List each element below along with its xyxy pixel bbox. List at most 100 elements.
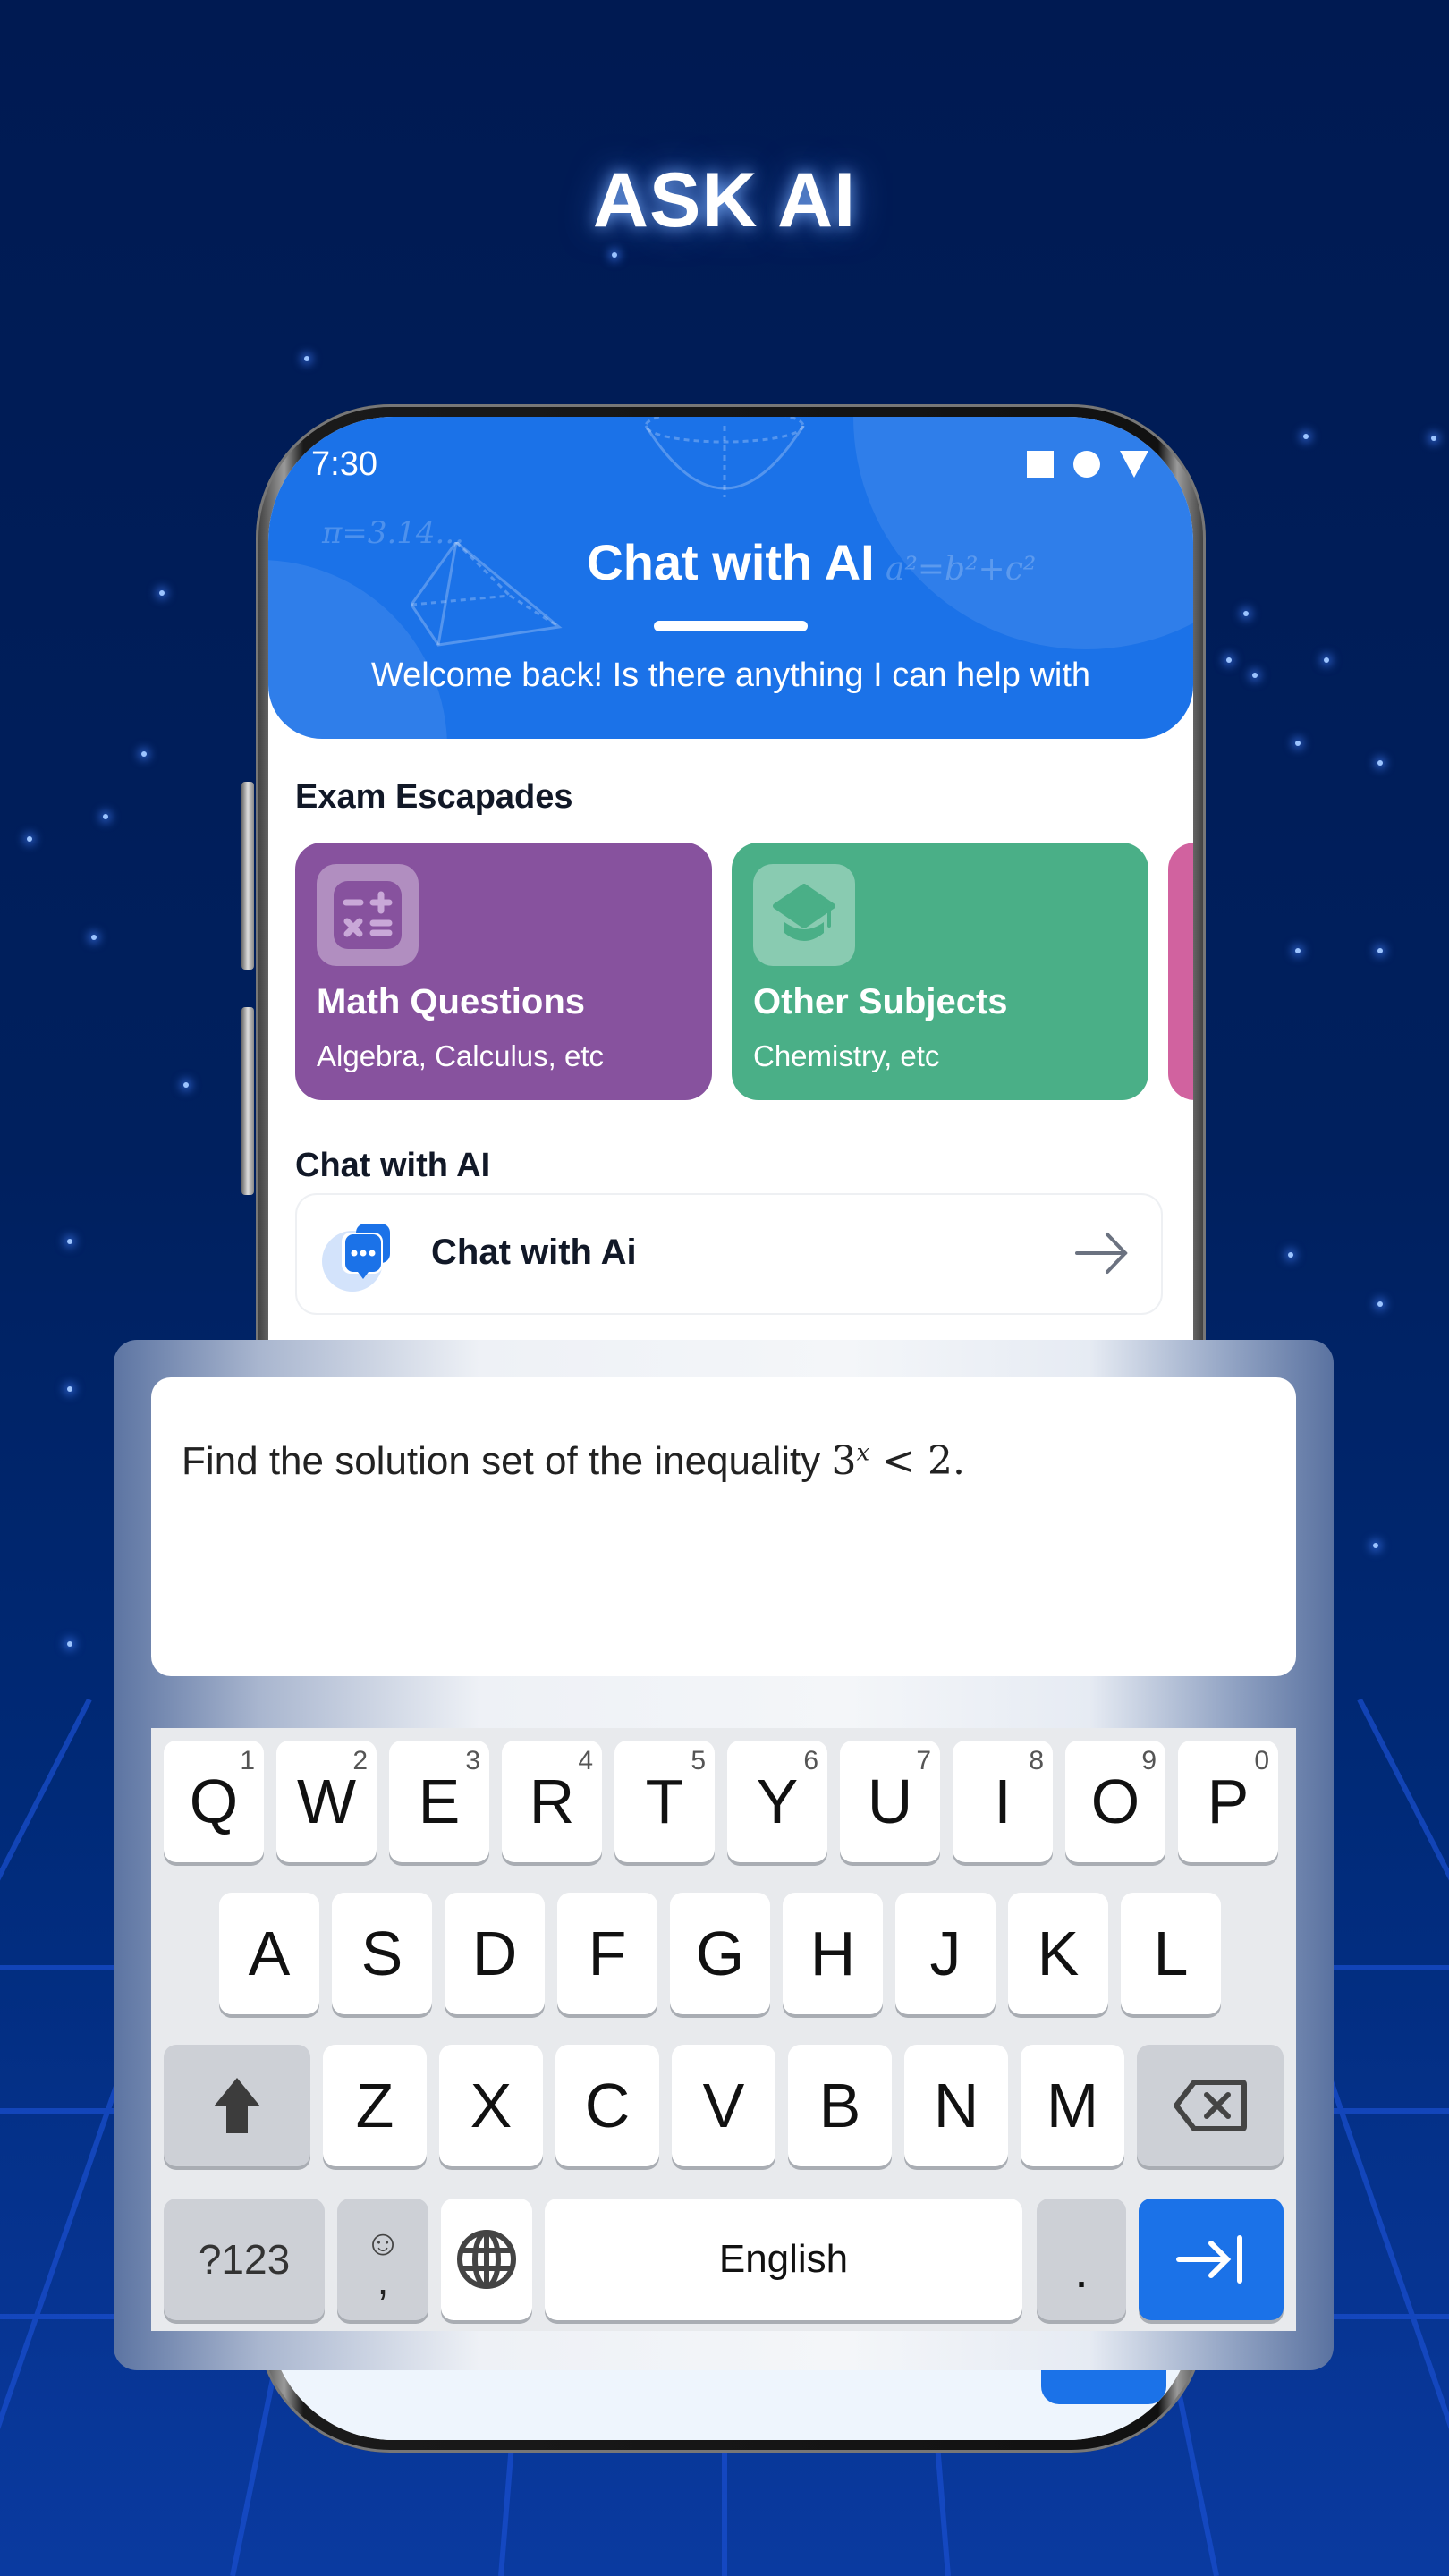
star-decoration — [67, 1239, 72, 1244]
backspace-icon — [1174, 2080, 1247, 2131]
key-j[interactable]: J — [895, 1893, 996, 2014]
key-n[interactable]: N — [904, 2045, 1008, 2166]
key-label: T — [645, 1767, 684, 1836]
star-decoration — [612, 252, 617, 258]
key-r[interactable]: R4 — [502, 1741, 602, 1862]
question-text: Find the solution set of the inequality … — [182, 1438, 965, 1484]
star-decoration — [27, 836, 32, 842]
shift-key[interactable] — [164, 2045, 310, 2166]
key-u[interactable]: U7 — [840, 1741, 940, 1862]
key-number-hint: 5 — [691, 1746, 706, 1775]
chat-item-label: Chat with Ai — [431, 1233, 637, 1272]
key-o[interactable]: O9 — [1065, 1741, 1165, 1862]
key-y[interactable]: Y6 — [727, 1741, 827, 1862]
key-k[interactable]: K — [1008, 1893, 1108, 2014]
key-label: Q — [189, 1767, 239, 1836]
math-exponent: x — [856, 1439, 870, 1467]
shift-arrow-icon — [214, 2078, 260, 2133]
symbols-key-label: ?123 — [198, 2236, 291, 2283]
math-base: 3 — [831, 1438, 857, 1484]
star-decoration — [91, 935, 97, 940]
star-decoration — [1295, 948, 1301, 953]
square-icon — [1027, 451, 1054, 478]
key-v[interactable]: V — [672, 2045, 775, 2166]
chat-with-ai-item[interactable]: Chat with Ai — [295, 1193, 1163, 1315]
key-h[interactable]: H — [783, 1893, 883, 2014]
star-decoration — [1324, 657, 1329, 663]
graduation-cap-icon — [753, 864, 855, 966]
card-subtitle: Algebra, Calculus, etc — [317, 1039, 604, 1072]
key-label: X — [470, 2071, 513, 2140]
symbols-key[interactable]: ?123 — [164, 2199, 325, 2320]
card-math-questions[interactable]: Math Questions Algebra, Calculus, etc — [295, 843, 712, 1100]
key-z[interactable]: Z — [323, 2045, 427, 2166]
card-other-subjects[interactable]: Other Subjects Chemistry, etc — [732, 843, 1148, 1100]
key-p[interactable]: P0 — [1178, 1741, 1278, 1862]
on-screen-keyboard: Q1W2E3R4T5Y6U7I8O9P0 ASDFGHJKL ZXCVBNM ?… — [151, 1728, 1296, 2331]
key-label: C — [584, 2071, 631, 2140]
key-i[interactable]: I8 — [953, 1741, 1053, 1862]
space-key[interactable]: English — [545, 2199, 1022, 2320]
key-label: O — [1090, 1767, 1140, 1836]
key-number-hint: 9 — [1141, 1746, 1157, 1775]
comma-label: , — [377, 2257, 389, 2303]
key-label: F — [588, 1919, 627, 1988]
key-q[interactable]: Q1 — [164, 1741, 264, 1862]
star-decoration — [1252, 673, 1258, 678]
key-f[interactable]: F — [557, 1893, 657, 2014]
hemisphere-decoration — [644, 417, 805, 497]
star-decoration — [1295, 741, 1301, 746]
question-input[interactable]: Find the solution set of the inequality … — [151, 1377, 1296, 1676]
key-label: A — [248, 1919, 291, 1988]
period-key[interactable]: . — [1037, 2199, 1126, 2320]
header-underline — [654, 621, 808, 631]
card-title: Math Questions — [317, 982, 586, 1021]
key-number-hint: 3 — [465, 1746, 480, 1775]
key-m[interactable]: M — [1021, 2045, 1124, 2166]
key-label: M — [1046, 2071, 1099, 2140]
key-x[interactable]: X — [439, 2045, 543, 2166]
key-g[interactable]: G — [670, 1893, 770, 2014]
tab-arrow-icon — [1176, 2235, 1242, 2284]
star-decoration — [141, 751, 147, 757]
key-label: W — [296, 1767, 357, 1836]
emoji-comma-key[interactable]: ☺ , — [337, 2199, 428, 2320]
star-decoration — [1243, 611, 1249, 616]
globe-key[interactable] — [441, 2199, 532, 2320]
period-label: . — [1074, 2241, 1089, 2298]
star-decoration — [1226, 657, 1232, 663]
key-label: G — [695, 1919, 745, 1988]
chat-section-title: Chat with AI — [295, 1147, 491, 1184]
card-subtitle: Chemistry, etc — [753, 1039, 940, 1072]
circle-icon — [1073, 451, 1100, 478]
key-label: H — [809, 1919, 856, 1988]
app-header: π=3.14... a²=b²+c² 7:30 Chat with AI Wel… — [268, 417, 1193, 739]
math-rest: < 2. — [869, 1438, 965, 1484]
key-number-hint: 0 — [1254, 1746, 1269, 1775]
star-decoration — [1373, 1543, 1378, 1548]
card-partial-pink[interactable] — [1168, 843, 1193, 1100]
key-label: E — [418, 1767, 461, 1836]
key-l[interactable]: L — [1121, 1893, 1221, 2014]
key-w[interactable]: W2 — [276, 1741, 377, 1862]
exam-cards: Math Questions Algebra, Calculus, etc Ot… — [295, 843, 1193, 1100]
key-b[interactable]: B — [788, 2045, 892, 2166]
key-label: R — [529, 1767, 575, 1836]
enter-key[interactable] — [1139, 2199, 1284, 2320]
arrow-right-icon[interactable] — [1075, 1231, 1129, 1275]
key-t[interactable]: T5 — [614, 1741, 715, 1862]
key-d[interactable]: D — [445, 1893, 545, 2014]
star-decoration — [1431, 436, 1436, 441]
card-title: Other Subjects — [753, 982, 1008, 1021]
key-label: U — [867, 1767, 913, 1836]
header-subtitle: Welcome back! Is there anything I can he… — [370, 657, 1091, 694]
key-c[interactable]: C — [555, 2045, 659, 2166]
backspace-key[interactable] — [1137, 2045, 1284, 2166]
star-decoration — [1377, 1301, 1383, 1307]
key-label: K — [1037, 1919, 1080, 1988]
key-label: J — [929, 1919, 962, 1988]
key-s[interactable]: S — [332, 1893, 432, 2014]
key-number-hint: 8 — [1029, 1746, 1044, 1775]
key-e[interactable]: E3 — [389, 1741, 489, 1862]
key-a[interactable]: A — [219, 1893, 319, 2014]
